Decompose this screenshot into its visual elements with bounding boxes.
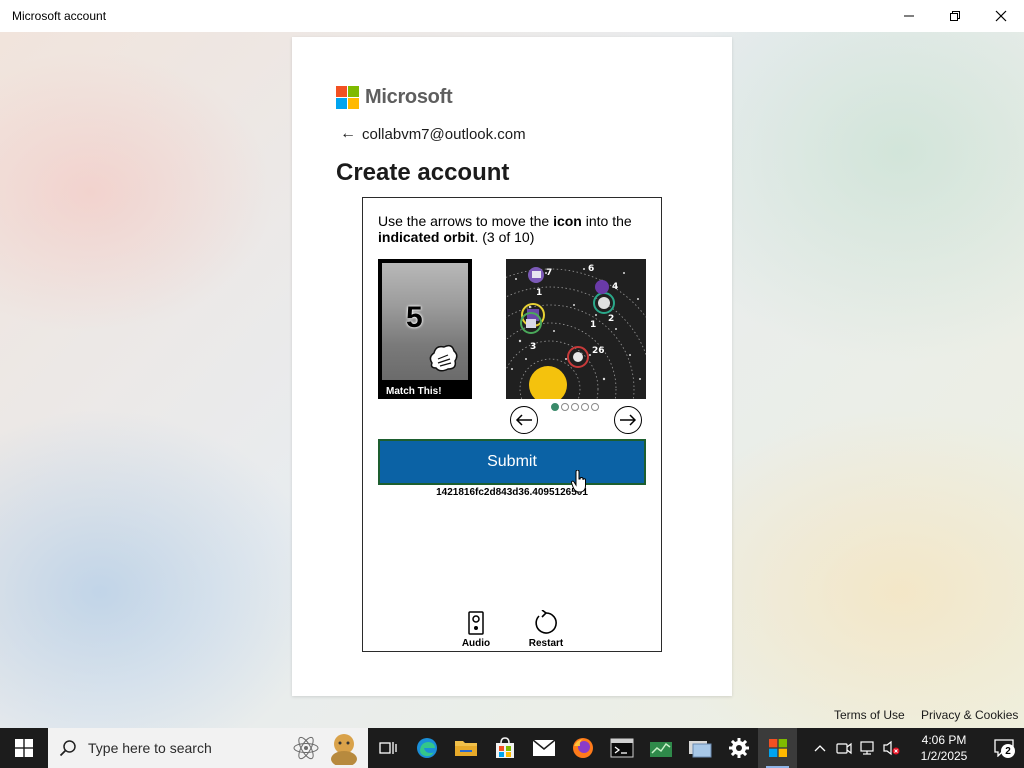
prev-arrow-button[interactable]: [510, 406, 538, 434]
target-caption: Match This!: [386, 386, 442, 397]
search-placeholder: Type here to search: [88, 740, 212, 756]
search-icon: [59, 740, 76, 757]
minimize-button[interactable]: [886, 0, 932, 32]
orbit-label: 1: [590, 320, 596, 330]
task-manager-button[interactable]: [641, 728, 680, 768]
page-title: Create account: [336, 159, 510, 186]
task-view-button[interactable]: [368, 728, 407, 768]
restore-icon: [950, 11, 960, 21]
search-highlight-icon: [293, 734, 357, 765]
session-id: 1421816fc2d843d36.4095126501: [436, 487, 588, 498]
volume-muted-icon: [883, 740, 900, 756]
task-manager-icon: [649, 742, 672, 757]
orbit-label: 3: [530, 342, 536, 352]
captcha-frame: Use the arrows to move the icon into the…: [362, 197, 662, 652]
progress-dots: [551, 403, 599, 411]
mail-icon: [532, 739, 555, 756]
back-to-email[interactable]: ← collabvm7@outlook.com: [340, 125, 526, 143]
terminal-icon: [610, 738, 633, 758]
arrow-right-icon: [620, 414, 637, 426]
restore-button[interactable]: [932, 0, 978, 32]
windows-logo-icon: [15, 739, 33, 757]
orbit-scene-icon: 7 1 6 4 2 1 26 3: [506, 264, 646, 399]
firefox-icon: [572, 738, 593, 758]
chevron-up-icon: [814, 745, 826, 752]
progress-dot: [571, 403, 579, 411]
close-button[interactable]: [978, 0, 1024, 32]
orbit-label: 7: [546, 268, 552, 278]
taskbar-clock[interactable]: 4:06 PM 1/2/2025: [904, 732, 984, 764]
taskbar: Type here to search 4:06 PM 1/2/2025 2: [0, 728, 1024, 768]
network-button[interactable]: [856, 728, 880, 768]
orbit-label: 6: [588, 264, 594, 274]
meet-now-icon: [836, 742, 852, 755]
firefox-button[interactable]: [563, 728, 602, 768]
privacy-link[interactable]: Privacy & Cookies: [921, 708, 1018, 722]
window-title: Microsoft account: [12, 9, 107, 23]
progress-dot: [591, 403, 599, 411]
remote-desktop-button[interactable]: [680, 728, 719, 768]
orbit-label: 26: [592, 346, 605, 356]
volume-button[interactable]: [880, 728, 904, 768]
brand-name: Microsoft: [365, 86, 453, 108]
target-number: 5: [406, 301, 423, 334]
target-glyph-icon: [429, 344, 458, 372]
taskbar-search[interactable]: Type here to search: [48, 728, 368, 768]
target-image: 5 Match This!: [378, 259, 472, 399]
start-button[interactable]: [0, 728, 48, 768]
edge-button[interactable]: [407, 728, 446, 768]
speaker-icon: [468, 611, 484, 635]
title-bar: Microsoft account: [0, 0, 1024, 32]
notification-count: 2: [1001, 744, 1015, 758]
orbit-image: 7 1 6 4 2 1 26 3: [506, 259, 646, 399]
task-view-icon: [378, 742, 397, 754]
hand-cursor-icon: [571, 470, 586, 493]
show-hidden-icons-button[interactable]: [808, 728, 832, 768]
microsoft-logo-icon: [768, 739, 787, 757]
clock-date: 1/2/2025: [920, 749, 968, 763]
audio-label: Audio: [461, 638, 491, 649]
microsoft-logo: Microsoft: [336, 86, 453, 109]
submit-button[interactable]: Submit: [378, 439, 646, 485]
orbit-label: 1: [536, 288, 542, 298]
orbit-label: 2: [608, 314, 614, 324]
progress-dot: [551, 403, 559, 411]
microsoft-squares-icon: [336, 86, 359, 109]
store-icon: [495, 737, 514, 758]
arrow-left-icon: [515, 414, 532, 426]
back-arrow-icon[interactable]: ←: [340, 125, 362, 143]
settings-button[interactable]: [719, 728, 758, 768]
orbit-label: 4: [612, 282, 618, 292]
next-arrow-button[interactable]: [614, 406, 642, 434]
account-email: collabvm7@outlook.com: [362, 125, 526, 143]
folder-icon: [454, 741, 477, 756]
progress-dot: [581, 403, 589, 411]
minimize-icon: [904, 15, 914, 17]
restart-label: Restart: [528, 638, 564, 649]
restart-icon: [535, 610, 557, 634]
action-center-button[interactable]: 2: [984, 728, 1024, 768]
system-tray: 4:06 PM 1/2/2025 2: [808, 728, 1024, 768]
store-button[interactable]: [485, 728, 524, 768]
progress-dot: [561, 403, 569, 411]
terminal-button[interactable]: [602, 728, 641, 768]
terms-link[interactable]: Terms of Use: [834, 708, 905, 722]
tray-app-button[interactable]: [832, 728, 856, 768]
audio-button[interactable]: Audio: [451, 610, 501, 649]
network-icon: [860, 741, 874, 755]
mail-button[interactable]: [524, 728, 563, 768]
gear-icon: [728, 738, 749, 758]
restart-button[interactable]: Restart: [521, 610, 571, 649]
microsoft-account-taskbar-button[interactable]: [758, 728, 797, 768]
file-explorer-button[interactable]: [446, 728, 485, 768]
clock-time: 4:06 PM: [921, 733, 967, 747]
signup-card: Microsoft ← collabvm7@outlook.com Create…: [292, 37, 732, 696]
edge-icon: [416, 738, 437, 758]
remote-desktop-icon: [688, 741, 711, 758]
captcha-instructions: Use the arrows to move the icon into the…: [378, 213, 632, 245]
app-background: Microsoft ← collabvm7@outlook.com Create…: [0, 32, 1024, 728]
close-icon: [995, 10, 1007, 22]
